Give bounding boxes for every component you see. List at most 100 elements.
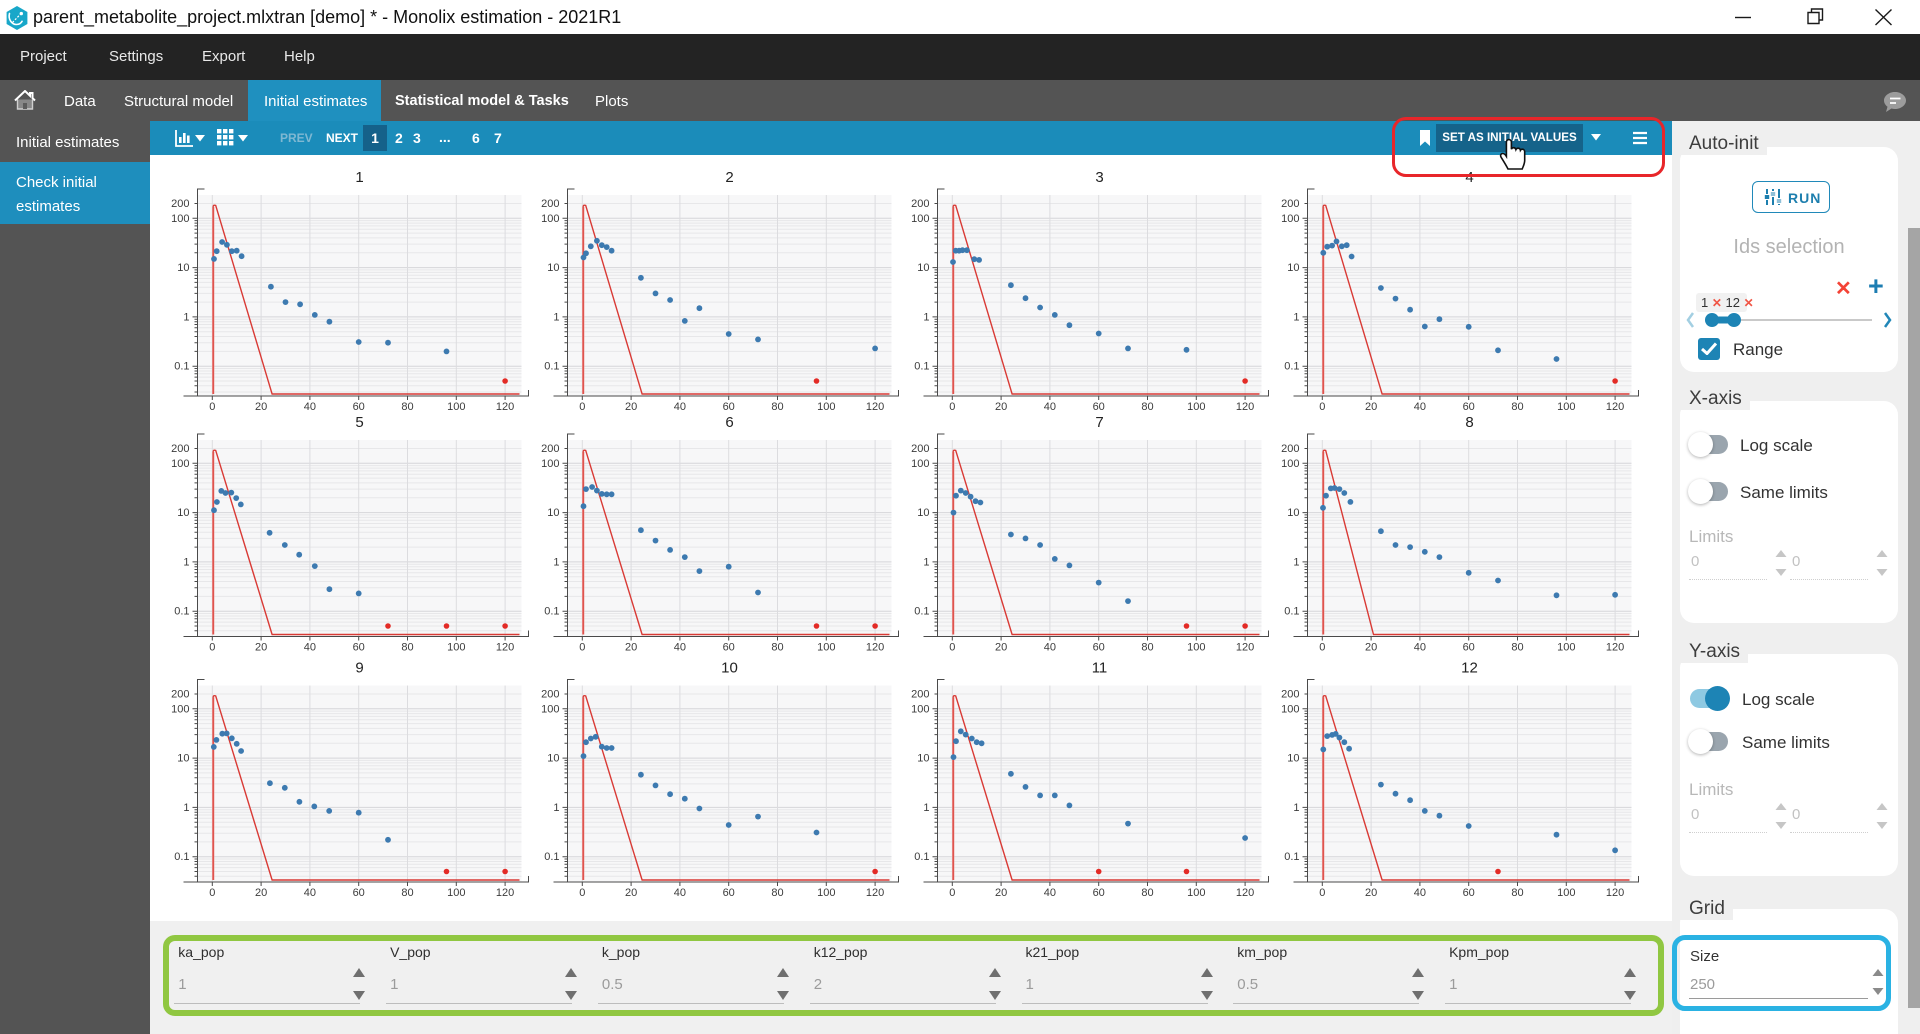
svg-text:0: 0 xyxy=(949,887,955,899)
svg-text:0: 0 xyxy=(209,401,215,413)
svg-text:1: 1 xyxy=(923,802,929,814)
svg-text:200: 200 xyxy=(911,689,929,701)
svg-text:1: 1 xyxy=(1293,311,1299,323)
svg-text:20: 20 xyxy=(995,642,1007,654)
svg-text:1: 1 xyxy=(1293,802,1299,814)
svg-text:0: 0 xyxy=(579,401,585,413)
svg-text:60: 60 xyxy=(723,401,735,413)
svg-text:1: 1 xyxy=(553,311,559,323)
svg-text:0: 0 xyxy=(949,401,955,413)
svg-text:120: 120 xyxy=(1606,887,1624,899)
svg-text:100: 100 xyxy=(541,703,559,715)
svg-text:80: 80 xyxy=(1511,401,1523,413)
svg-text:100: 100 xyxy=(1187,642,1205,654)
svg-text:20: 20 xyxy=(995,401,1007,413)
svg-text:40: 40 xyxy=(304,887,316,899)
svg-text:100: 100 xyxy=(1281,458,1299,470)
svg-text:0: 0 xyxy=(579,642,585,654)
svg-text:80: 80 xyxy=(771,642,783,654)
svg-text:0.1: 0.1 xyxy=(914,361,929,373)
svg-text:60: 60 xyxy=(1463,642,1475,654)
svg-text:120: 120 xyxy=(1606,401,1624,413)
svg-text:10: 10 xyxy=(917,262,929,274)
svg-text:100: 100 xyxy=(817,642,835,654)
svg-text:2: 2 xyxy=(725,169,733,186)
svg-text:60: 60 xyxy=(1463,887,1475,899)
svg-text:10: 10 xyxy=(1287,262,1299,274)
svg-text:200: 200 xyxy=(911,443,929,455)
svg-text:60: 60 xyxy=(353,642,365,654)
svg-text:1: 1 xyxy=(183,802,189,814)
svg-text:100: 100 xyxy=(447,887,465,899)
svg-text:100: 100 xyxy=(541,213,559,225)
svg-text:60: 60 xyxy=(353,401,365,413)
svg-text:10: 10 xyxy=(1287,753,1299,765)
svg-text:100: 100 xyxy=(911,703,929,715)
svg-text:40: 40 xyxy=(1414,642,1426,654)
svg-text:0: 0 xyxy=(209,887,215,899)
svg-text:120: 120 xyxy=(866,887,884,899)
svg-text:200: 200 xyxy=(541,443,559,455)
svg-text:80: 80 xyxy=(401,401,413,413)
svg-text:120: 120 xyxy=(866,642,884,654)
svg-text:0.1: 0.1 xyxy=(544,606,559,618)
svg-text:0.1: 0.1 xyxy=(544,361,559,373)
svg-text:60: 60 xyxy=(353,887,365,899)
svg-text:40: 40 xyxy=(304,642,316,654)
svg-text:20: 20 xyxy=(995,887,1007,899)
svg-text:20: 20 xyxy=(255,401,267,413)
svg-text:10: 10 xyxy=(177,262,189,274)
svg-text:0.1: 0.1 xyxy=(174,606,189,618)
svg-text:10: 10 xyxy=(1287,507,1299,519)
svg-text:7: 7 xyxy=(1095,414,1103,431)
svg-text:40: 40 xyxy=(1044,401,1056,413)
svg-text:0: 0 xyxy=(1319,401,1325,413)
svg-text:100: 100 xyxy=(541,458,559,470)
svg-text:60: 60 xyxy=(1093,642,1105,654)
svg-text:60: 60 xyxy=(723,642,735,654)
svg-text:10: 10 xyxy=(547,507,559,519)
svg-text:1: 1 xyxy=(553,556,559,568)
svg-text:40: 40 xyxy=(674,401,686,413)
svg-text:1: 1 xyxy=(183,556,189,568)
svg-text:40: 40 xyxy=(1414,401,1426,413)
svg-text:80: 80 xyxy=(401,887,413,899)
svg-text:200: 200 xyxy=(1281,443,1299,455)
svg-text:20: 20 xyxy=(1365,642,1377,654)
svg-text:1: 1 xyxy=(1293,556,1299,568)
svg-text:60: 60 xyxy=(1463,401,1475,413)
svg-text:1: 1 xyxy=(923,556,929,568)
svg-text:10: 10 xyxy=(547,753,559,765)
svg-text:0: 0 xyxy=(579,887,585,899)
svg-text:20: 20 xyxy=(1365,887,1377,899)
svg-text:120: 120 xyxy=(1236,887,1254,899)
svg-text:200: 200 xyxy=(1281,198,1299,210)
svg-text:120: 120 xyxy=(496,887,514,899)
svg-text:60: 60 xyxy=(1093,887,1105,899)
svg-text:0.1: 0.1 xyxy=(174,851,189,863)
svg-text:200: 200 xyxy=(171,198,189,210)
svg-text:0.1: 0.1 xyxy=(914,851,929,863)
svg-text:120: 120 xyxy=(1236,401,1254,413)
svg-text:80: 80 xyxy=(1141,401,1153,413)
svg-text:100: 100 xyxy=(817,401,835,413)
svg-text:40: 40 xyxy=(1414,887,1426,899)
svg-text:0: 0 xyxy=(1319,887,1325,899)
svg-text:20: 20 xyxy=(1365,401,1377,413)
svg-text:80: 80 xyxy=(771,401,783,413)
svg-text:120: 120 xyxy=(1236,642,1254,654)
svg-text:100: 100 xyxy=(171,458,189,470)
svg-text:100: 100 xyxy=(447,642,465,654)
svg-text:20: 20 xyxy=(625,642,637,654)
svg-text:120: 120 xyxy=(496,642,514,654)
svg-text:40: 40 xyxy=(1044,887,1056,899)
svg-text:120: 120 xyxy=(866,401,884,413)
svg-text:1: 1 xyxy=(923,311,929,323)
svg-text:100: 100 xyxy=(911,213,929,225)
svg-text:0.1: 0.1 xyxy=(1284,606,1299,618)
svg-text:100: 100 xyxy=(1187,887,1205,899)
svg-text:20: 20 xyxy=(255,887,267,899)
svg-text:20: 20 xyxy=(255,642,267,654)
svg-text:80: 80 xyxy=(1141,887,1153,899)
svg-text:40: 40 xyxy=(674,887,686,899)
